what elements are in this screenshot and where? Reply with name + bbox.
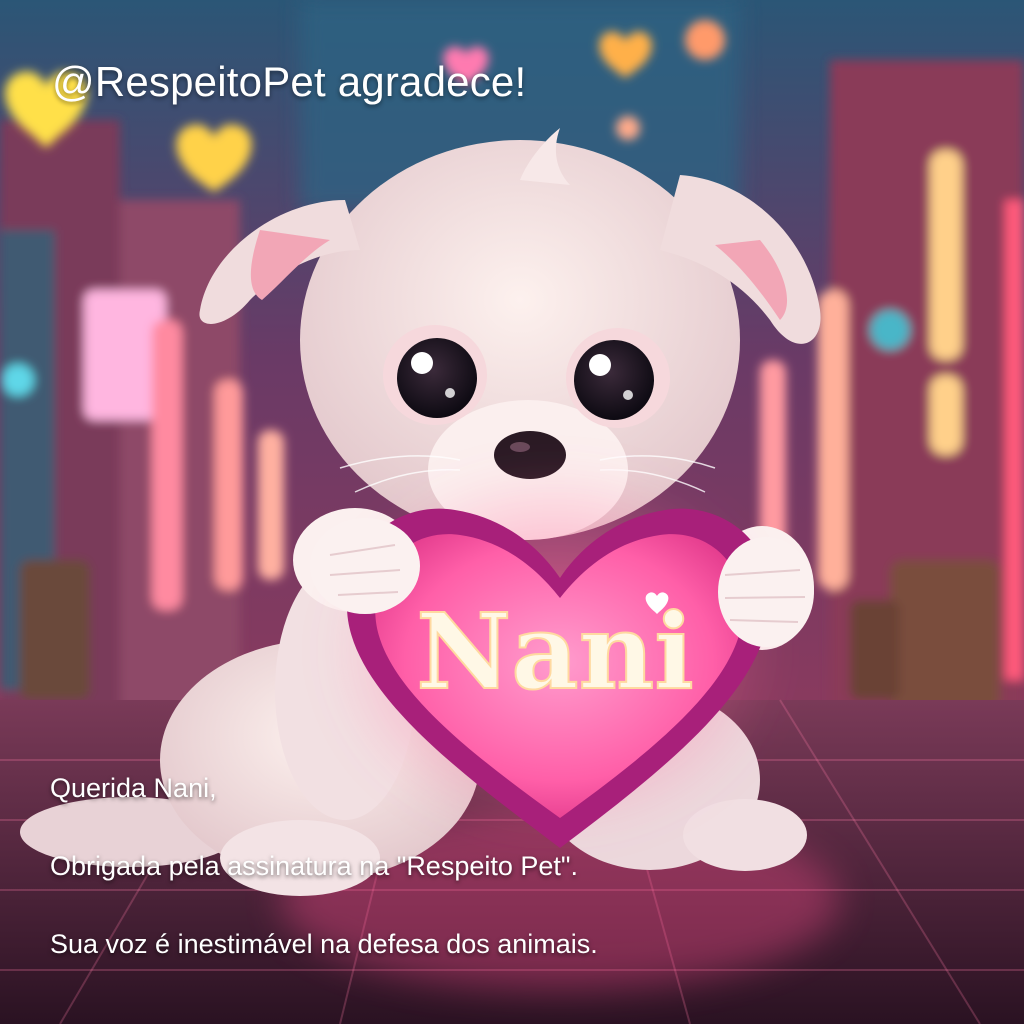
message-greeting: Querida Nani, bbox=[50, 773, 217, 803]
headline: @RespeitoPet agradece! bbox=[52, 58, 527, 105]
message-thanks: Obrigada pela assinatura na "Respeito Pe… bbox=[50, 851, 578, 881]
message-closing: Sua voz é inestimável na defesa dos anim… bbox=[50, 929, 598, 959]
